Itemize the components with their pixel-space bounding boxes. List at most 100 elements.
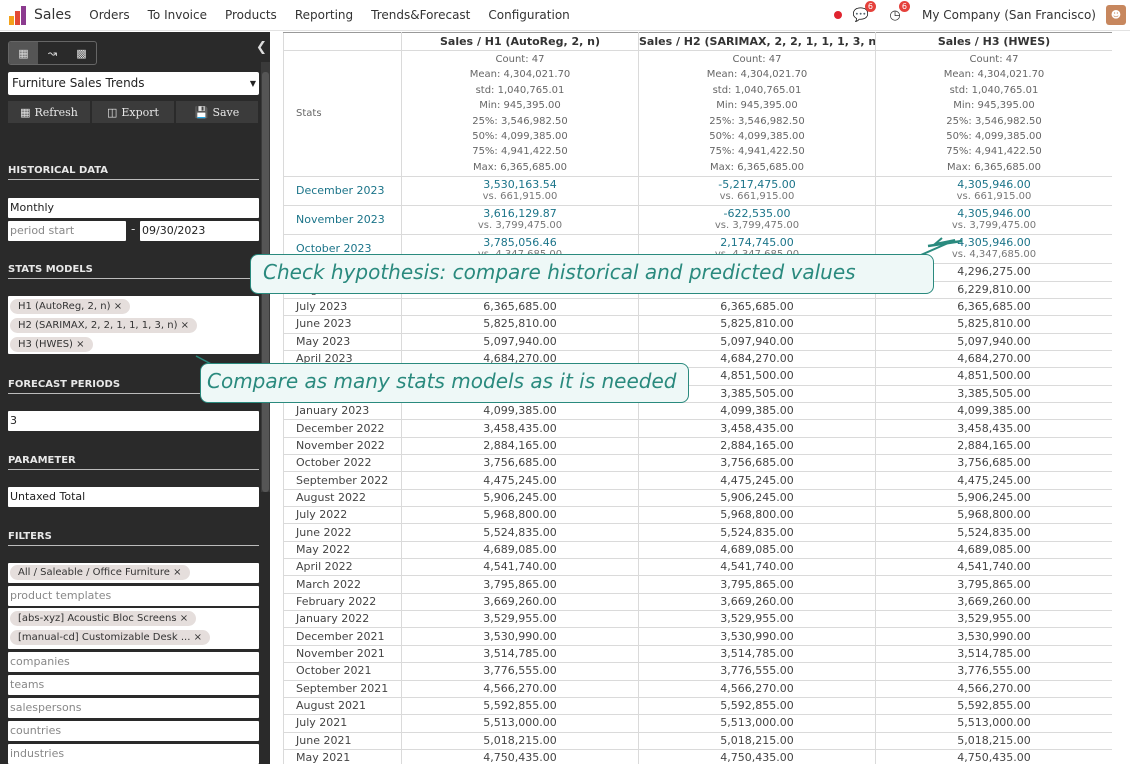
stats-line: std: 1,040,765.01 <box>712 84 802 96</box>
menu-to-invoice[interactable]: To Invoice <box>148 8 207 22</box>
menu-reporting[interactable]: Reporting <box>295 8 353 22</box>
value-cell: 5,968,800.00 <box>401 506 639 525</box>
table-row[interactable]: November 2022 2,884,165.00 2,884,165.00 2,8… <box>283 436 1112 456</box>
report-select[interactable]: Furniture Sales Trends ▼ <box>8 72 259 95</box>
table-row[interactable]: January 2023 4,099,385.00 4,099,385.00 4,09… <box>283 401 1112 421</box>
table-row[interactable]: December 2021 3,530,990.00 3,530,990.00 3,5… <box>283 627 1112 646</box>
user-avatar[interactable]: ☻ <box>1106 5 1126 25</box>
value-cell: 3,795,865.00 <box>401 575 639 594</box>
stats-line: Min: 945,395.00 <box>953 100 1035 112</box>
period-start-input[interactable]: period start <box>8 221 126 241</box>
industries-input[interactable]: industries <box>8 744 259 764</box>
parameter-select[interactable]: Untaxed Total <box>8 487 259 507</box>
table-row[interactable]: June 2022 5,524,835.00 5,524,835.00 5,524,8… <box>283 523 1112 542</box>
table-row[interactable]: September 2022 4,475,245.00 4,475,245.00 4,… <box>283 471 1112 490</box>
app-name[interactable]: Sales <box>34 7 71 23</box>
filters-title: FILTERS <box>8 531 259 546</box>
save-button[interactable]: 💾 Save <box>176 101 258 123</box>
table-row[interactable]: August 2022 5,906,245.00 5,906,245.00 5,906… <box>283 488 1112 508</box>
menu-orders[interactable]: Orders <box>89 8 129 22</box>
forecast-periods-input[interactable]: 3 <box>8 411 259 431</box>
table-row[interactable]: September 2021 4,566,270.00 4,566,270.00 4,… <box>283 679 1112 698</box>
table-row[interactable]: July 2023 6,365,685.00 6,365,685.00 6,365,6… <box>283 297 1112 317</box>
actual-value: vs. 661,915.00 <box>482 191 558 203</box>
bar-chart-icon[interactable]: ▩ <box>67 42 96 64</box>
stats-line: 75%: 4,941,422.50 <box>709 146 805 158</box>
remove-tag-icon[interactable]: × <box>76 339 84 350</box>
predicted-cell[interactable]: 3,616,129.87 vs. 3,799,475.00 <box>401 205 639 236</box>
export-button[interactable]: ◫ Export <box>92 101 174 123</box>
category-tag[interactable]: All / Saleable / Office Furniture × <box>10 565 190 580</box>
predicted-cell[interactable]: 4,305,946.00 vs. 3,799,475.00 <box>875 205 1112 236</box>
value-cell: 4,475,245.00 <box>401 471 639 490</box>
remove-tag-icon[interactable]: × <box>194 632 202 643</box>
table-row[interactable]: June 2023 5,825,810.00 5,825,810.00 5,825,8… <box>283 315 1112 334</box>
value-cell: 5,513,000.00 <box>401 714 639 733</box>
predicted-row[interactable]: December 2023 3,530,163.54 vs. 661,915.00-… <box>283 176 1112 207</box>
table-row[interactable]: July 2021 5,513,000.00 5,513,000.00 5,513,0… <box>283 714 1112 733</box>
value-cell: 3,530,990.00 <box>875 627 1112 646</box>
teams-input[interactable]: teams <box>8 675 259 695</box>
predicted-cell[interactable]: -622,535.00 vs. 3,799,475.00 <box>638 205 876 236</box>
value-cell: 5,825,810.00 <box>401 315 639 334</box>
period-end-input[interactable]: 09/30/2023 <box>140 221 259 241</box>
row-label: May 2022 <box>283 540 402 560</box>
salespersons-input[interactable]: salespersons <box>8 698 259 718</box>
table-row[interactable]: January 2022 3,529,955.00 3,529,955.00 3,52… <box>283 610 1112 629</box>
table-row[interactable]: May 2022 4,689,085.00 4,689,085.00 4,689,08… <box>283 540 1112 560</box>
remove-tag-icon[interactable]: × <box>181 320 189 331</box>
product-tag-1[interactable]: [abs-xyz] Acoustic Bloc Screens × <box>10 611 197 626</box>
period-select[interactable]: Monthly <box>8 198 259 218</box>
stats-models-field[interactable]: H1 (AutoReg, 2, n) × H2 (SARIMAX, 2, 2, … <box>8 296 259 354</box>
countries-input[interactable]: countries <box>8 721 259 741</box>
value-cell: 5,097,940.00 <box>638 332 876 351</box>
table-view-icon[interactable]: ▦ <box>9 42 38 64</box>
model-tag-h2[interactable]: H2 (SARIMAX, 2, 2, 1, 1, 1, 3, n) × <box>10 318 198 333</box>
table-row[interactable]: April 2022 4,541,740.00 4,541,740.00 4,541,… <box>283 558 1112 577</box>
collapse-sidebar-icon[interactable]: ❮ <box>256 40 267 55</box>
remove-tag-icon[interactable]: × <box>180 613 188 624</box>
menu-configuration[interactable]: Configuration <box>488 8 569 22</box>
table-row[interactable]: March 2022 3,795,865.00 3,795,865.00 3,795,… <box>283 575 1112 594</box>
table-row[interactable]: February 2022 3,669,260.00 3,669,260.00 3,6… <box>283 592 1112 612</box>
company-switcher[interactable]: My Company (San Francisco) <box>922 8 1096 22</box>
predicted-row[interactable]: November 2023 3,616,129.87 vs. 3,799,475.0… <box>283 205 1112 236</box>
table-row[interactable]: June 2021 5,018,215.00 5,018,215.00 5,018,2… <box>283 731 1112 750</box>
table-row[interactable]: December 2022 3,458,435.00 3,458,435.00 3,4… <box>283 419 1112 438</box>
value-cell: 4,750,435.00 <box>638 748 876 764</box>
category-filter-field[interactable]: All / Saleable / Office Furniture × <box>8 563 259 583</box>
value-cell: 5,968,800.00 <box>875 506 1112 525</box>
model-tag-h3[interactable]: H3 (HWES) × <box>10 337 93 352</box>
table-row[interactable]: October 2021 3,776,555.00 3,776,555.00 3,77… <box>283 662 1112 681</box>
row-label: August 2022 <box>283 488 402 508</box>
menu-trends-forecast[interactable]: Trends&Forecast <box>371 8 470 22</box>
remove-tag-icon[interactable]: × <box>114 301 122 312</box>
table-row[interactable]: May 2021 4,750,435.00 4,750,435.00 4,750,43… <box>283 748 1112 764</box>
column-header-h3[interactable]: Sales / H3 (HWES) <box>875 32 1112 51</box>
column-header-h2[interactable]: Sales / H2 (SARIMAX, 2, 2, 1, 1, 1, 3, n… <box>638 32 876 51</box>
products-filter-field[interactable]: [abs-xyz] Acoustic Bloc Screens × [manua… <box>8 608 259 649</box>
table-row[interactable]: May 2023 5,097,940.00 5,097,940.00 5,097,94… <box>283 332 1112 351</box>
value-cell: 3,776,555.00 <box>638 662 876 681</box>
predicted-cell[interactable]: 4,305,946.00 vs. 661,915.00 <box>875 176 1112 207</box>
model-tag-h1[interactable]: H1 (AutoReg, 2, n) × <box>10 299 131 314</box>
table-row[interactable]: October 2022 3,756,685.00 3,756,685.00 3,75… <box>283 454 1112 473</box>
table-row[interactable]: November 2021 3,514,785.00 3,514,785.00 3,5… <box>283 644 1112 664</box>
table-row[interactable]: July 2022 5,968,800.00 5,968,800.00 5,968,8… <box>283 506 1112 525</box>
app-logo-icon[interactable] <box>9 5 29 25</box>
companies-input[interactable]: companies <box>8 652 259 672</box>
remove-tag-icon[interactable]: × <box>173 567 181 578</box>
activities-button[interactable]: ◷ 6 <box>886 1 911 23</box>
predicted-value: 3,616,129.87 <box>483 207 557 221</box>
predicted-cell[interactable]: -5,217,475.00 vs. 661,915.00 <box>638 176 876 207</box>
product-tag-2[interactable]: [manual-cd] Customizable Desk ... × <box>10 630 210 645</box>
menu-products[interactable]: Products <box>225 8 277 22</box>
product-templates-input[interactable]: product templates <box>8 586 259 606</box>
predicted-cell[interactable]: 3,530,163.54 vs. 661,915.00 <box>401 176 639 207</box>
refresh-button[interactable]: ▦ Refresh <box>8 101 90 123</box>
column-header-h1[interactable]: Sales / H1 (AutoReg, 2, n) <box>401 32 639 51</box>
value-cell: 5,592,855.00 <box>638 696 876 716</box>
line-chart-icon[interactable]: ↝ <box>38 42 67 64</box>
messages-button[interactable]: 💬 6 <box>852 1 877 23</box>
table-row[interactable]: August 2021 5,592,855.00 5,592,855.00 5,592… <box>283 696 1112 716</box>
